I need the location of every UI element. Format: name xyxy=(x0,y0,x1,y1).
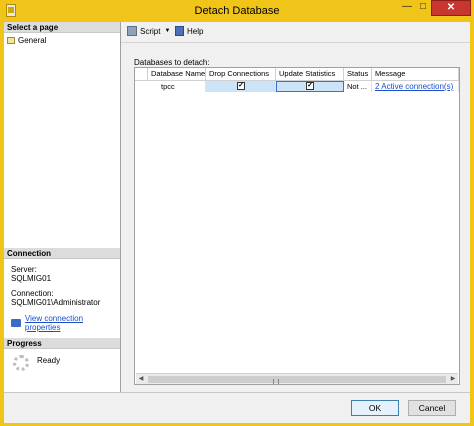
script-label: Script xyxy=(140,26,161,36)
row-header-corner xyxy=(135,68,148,80)
select-page-header: Select a page xyxy=(4,22,120,33)
server-label: Server: xyxy=(11,265,37,274)
view-connection-properties[interactable]: View connection properties xyxy=(11,314,120,332)
script-icon xyxy=(127,26,137,36)
page-item-general[interactable]: General xyxy=(7,35,117,45)
connection-properties-icon xyxy=(11,319,21,327)
cell-status: Not ... xyxy=(344,81,372,92)
scrollbar-thumb[interactable] xyxy=(148,376,446,384)
progress-status: Ready xyxy=(37,356,61,365)
help-label: Help xyxy=(187,26,204,36)
active-connections-link[interactable]: 2 Active connection(s) xyxy=(375,82,453,91)
progress-spinner-icon xyxy=(13,355,29,371)
cell-update-statistics[interactable]: ✓ xyxy=(276,81,344,92)
dialog-client-area: Select a page General Connection Server:… xyxy=(4,22,470,423)
column-header-status[interactable]: Status xyxy=(344,68,372,80)
page-icon xyxy=(7,36,15,44)
table-row[interactable]: tpcc ✓ ✓ Not ... 2 Active connection(s) xyxy=(135,81,459,92)
close-icon[interactable]: ✕ xyxy=(431,0,471,16)
chevron-down-icon[interactable]: ▼ xyxy=(164,28,170,34)
update-statistics-checkbox[interactable]: ✓ xyxy=(306,82,314,90)
right-pane: Script ▼ Help Databases to detach: Datab… xyxy=(121,22,470,392)
column-header-update-statistics[interactable]: Update Statistics xyxy=(276,68,344,80)
column-header-drop-connections[interactable]: Drop Connections xyxy=(206,68,276,80)
help-icon xyxy=(175,26,184,36)
databases-to-detach-label: Databases to detach: xyxy=(134,58,210,67)
column-header-database-name[interactable]: Database Name xyxy=(148,68,206,80)
scroll-right-icon[interactable]: ▶ xyxy=(448,374,458,384)
databases-grid[interactable]: Database Name Drop Connections Update St… xyxy=(134,67,460,385)
cell-message[interactable]: 2 Active connection(s) xyxy=(372,81,459,92)
ok-button[interactable]: OK xyxy=(351,400,399,416)
column-header-message[interactable]: Message xyxy=(372,68,459,80)
horizontal-scrollbar[interactable]: ◀ ▶ xyxy=(136,373,458,384)
detach-database-window: Detach Database — □ ✕ Select a page Gene… xyxy=(0,0,474,426)
grid-header: Database Name Drop Connections Update St… xyxy=(135,68,459,81)
minimize-icon[interactable]: — xyxy=(400,0,414,16)
drop-connections-checkbox[interactable]: ✓ xyxy=(237,82,245,90)
cell-database-name[interactable]: tpcc xyxy=(148,81,206,92)
connection-value: SQLMIG01\Administrator xyxy=(11,298,101,307)
left-pane: Select a page General Connection Server:… xyxy=(4,22,121,392)
cancel-button[interactable]: Cancel xyxy=(408,400,456,416)
server-value: SQLMIG01 xyxy=(11,274,52,283)
toolbar: Script ▼ Help xyxy=(121,22,470,43)
cell-drop-connections[interactable]: ✓ xyxy=(206,81,276,92)
title-bar[interactable]: Detach Database — □ ✕ xyxy=(0,0,474,22)
maximize-icon[interactable]: □ xyxy=(415,0,431,16)
progress-header: Progress xyxy=(4,338,120,349)
view-connection-properties-link[interactable]: View connection properties xyxy=(25,314,120,332)
page-item-label: General xyxy=(18,35,47,45)
scroll-left-icon[interactable]: ◀ xyxy=(136,374,146,384)
button-bar: OK Cancel xyxy=(4,392,470,423)
scrollbar-grip-icon xyxy=(273,379,279,384)
connection-header: Connection xyxy=(4,248,120,259)
script-button[interactable]: Script ▼ xyxy=(127,26,170,36)
connection-label: Connection: xyxy=(11,289,54,298)
help-button[interactable]: Help xyxy=(175,26,203,36)
